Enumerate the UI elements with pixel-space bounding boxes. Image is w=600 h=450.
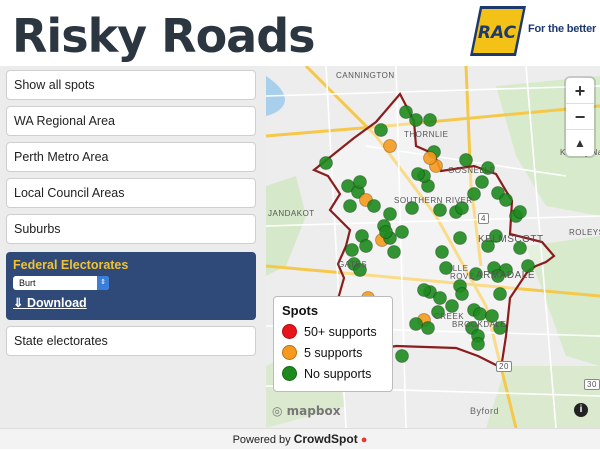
spot-marker[interactable] xyxy=(319,156,333,170)
spot-marker[interactable] xyxy=(379,225,393,239)
rac-logo[interactable]: RAC For the better xyxy=(470,6,596,56)
spot-marker[interactable] xyxy=(423,151,437,165)
place-label: GATES xyxy=(338,260,368,269)
svg-text:RAC: RAC xyxy=(478,23,517,43)
download-label: Download xyxy=(26,296,87,310)
footer-prefix: Powered by xyxy=(232,434,291,446)
spot-marker[interactable] xyxy=(499,193,513,207)
spot-marker[interactable] xyxy=(513,205,527,219)
nav-wa-regional-area[interactable]: WA Regional Area xyxy=(6,106,256,136)
legend-item: No supports xyxy=(282,363,384,384)
legend-title: Spots xyxy=(282,303,319,318)
legend-item: 5 supports xyxy=(282,342,384,363)
spot-marker[interactable] xyxy=(473,307,487,321)
info-icon[interactable]: i xyxy=(574,403,588,417)
route-shield: 30 xyxy=(584,379,600,390)
sidebar: Show all spots WA Regional Area Perth Me… xyxy=(0,66,266,428)
electorate-select-value: Burt xyxy=(19,278,36,288)
legend-label: No supports xyxy=(304,366,372,381)
nav-federal-electorates[interactable]: Federal Electorates Burt ⇕ ⇓ Download xyxy=(6,252,256,320)
green-dot-icon xyxy=(282,366,297,381)
spot-marker[interactable] xyxy=(417,283,431,297)
spot-marker[interactable] xyxy=(493,287,507,301)
place-label: CANNINGTON xyxy=(336,71,395,80)
spot-marker[interactable] xyxy=(409,113,423,127)
spot-marker[interactable] xyxy=(395,225,409,239)
place-label: ARMADALE xyxy=(476,270,536,281)
spot-marker[interactable] xyxy=(455,287,469,301)
legend-item: 50+ supports xyxy=(282,321,384,342)
legend-label: 5 supports xyxy=(304,345,363,360)
spot-marker[interactable] xyxy=(345,243,359,257)
nav-state-electorates[interactable]: State electorates xyxy=(6,326,256,356)
download-icon: ⇓ xyxy=(13,296,24,310)
download-link[interactable]: ⇓ Download xyxy=(13,295,249,310)
rac-tagline: For the better xyxy=(528,23,597,35)
mapbox-logo-icon: ◎ xyxy=(272,404,283,418)
spot-marker[interactable] xyxy=(411,167,425,181)
compass-icon[interactable]: ▲ xyxy=(566,130,594,156)
spot-marker[interactable] xyxy=(445,299,459,313)
red-dot-icon xyxy=(282,324,297,339)
nav-show-all-spots[interactable]: Show all spots xyxy=(6,70,256,100)
spot-marker[interactable] xyxy=(459,153,473,167)
spot-marker[interactable] xyxy=(475,175,489,189)
mapbox-label: mapbox xyxy=(286,404,341,418)
route-shield: 20 xyxy=(496,361,512,372)
place-label: CREEK xyxy=(434,312,465,321)
place-label: ROLEYSTO xyxy=(569,228,600,237)
spot-marker[interactable] xyxy=(453,231,467,245)
spot-marker[interactable] xyxy=(395,349,409,363)
place-label: Byford xyxy=(470,406,500,416)
footer: Powered by CrowdSpot ● xyxy=(0,428,600,449)
zoom-out-button[interactable]: − xyxy=(566,104,594,130)
spot-marker[interactable] xyxy=(343,199,357,213)
route-shield: 4 xyxy=(478,213,489,224)
place-label: SOUTHERN RIVER xyxy=(394,196,473,205)
rac-logo-icon: RAC xyxy=(470,6,526,56)
place-label: THORNLIE xyxy=(404,130,449,139)
place-label: JANDAKOT xyxy=(268,209,315,218)
federal-electorates-label: Federal Electorates xyxy=(13,258,129,272)
mapbox-attribution[interactable]: ◎ mapbox xyxy=(272,404,340,418)
crowdspot-logo-icon: ● xyxy=(360,434,368,446)
spot-marker[interactable] xyxy=(359,239,373,253)
spot-marker[interactable] xyxy=(367,199,381,213)
place-label: KELMSCOTT xyxy=(478,234,544,245)
spot-marker[interactable] xyxy=(471,337,485,351)
spot-marker[interactable] xyxy=(383,207,397,221)
electorate-select[interactable]: Burt ⇕ xyxy=(13,276,109,290)
spot-marker[interactable] xyxy=(409,317,423,331)
nav-suburbs[interactable]: Suburbs xyxy=(6,214,256,244)
page-title: Risky Roads xyxy=(12,9,316,63)
select-arrows-icon: ⇕ xyxy=(97,276,109,290)
spot-marker[interactable] xyxy=(435,245,449,259)
orange-dot-icon xyxy=(282,345,297,360)
spot-marker[interactable] xyxy=(423,113,437,127)
legend-label: 50+ supports xyxy=(304,324,377,339)
spot-marker[interactable] xyxy=(421,321,435,335)
spot-marker[interactable] xyxy=(433,203,447,217)
spot-marker[interactable] xyxy=(433,291,447,305)
spot-marker[interactable] xyxy=(383,139,397,153)
spot-marker[interactable] xyxy=(387,245,401,259)
zoom-in-button[interactable]: + xyxy=(566,78,594,104)
map-controls: + − ▲ xyxy=(566,78,594,156)
header: Risky Roads RAC For the better xyxy=(0,0,600,66)
place-label: ROVE xyxy=(450,272,475,281)
spot-marker[interactable] xyxy=(374,123,388,137)
spot-marker[interactable] xyxy=(353,175,367,189)
place-label: BROOKDALE xyxy=(452,320,507,329)
footer-brand[interactable]: CrowdSpot xyxy=(294,432,358,446)
place-label: GOSNELLS xyxy=(448,166,496,175)
nav-perth-metro-area[interactable]: Perth Metro Area xyxy=(6,142,256,172)
nav-local-council-areas[interactable]: Local Council Areas xyxy=(6,178,256,208)
legend: Spots 50+ supports 5 supports No support… xyxy=(273,296,393,392)
